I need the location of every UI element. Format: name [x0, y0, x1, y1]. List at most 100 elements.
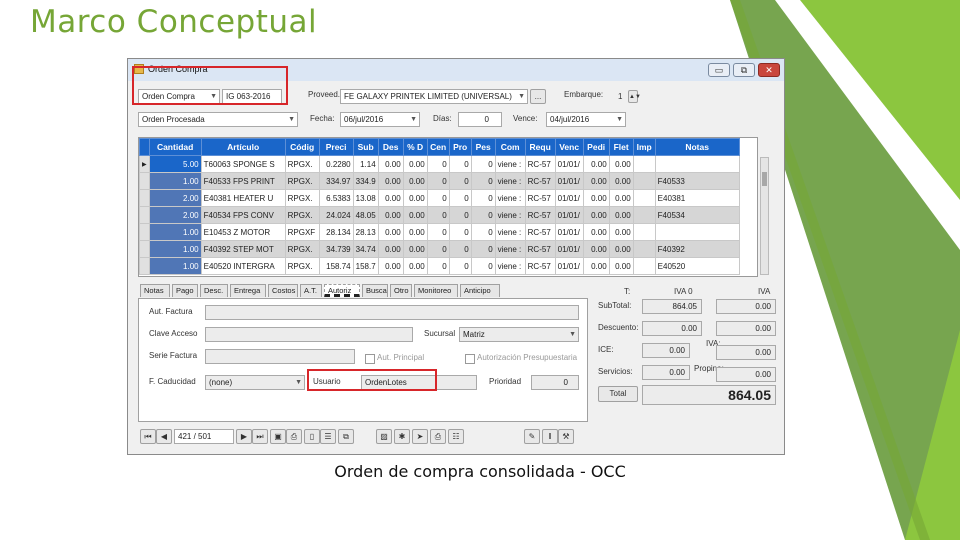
- column-header[interactable]: Pro: [448, 138, 472, 156]
- table-row[interactable]: 1.00 E40520 INTERGRA RPGX. 158.74 158.7 0.00 0…: [139, 257, 740, 275]
- print-icon[interactable]: ⎙: [286, 429, 302, 444]
- table-cell[interactable]: E40520 INTERGRA: [200, 257, 286, 275]
- tab-item[interactable]: Anticipo: [460, 284, 500, 297]
- table-cell[interactable]: 0: [426, 155, 450, 173]
- table-cell[interactable]: 0.00: [377, 172, 404, 190]
- table-cell[interactable]: 34.739: [318, 240, 354, 258]
- minimize-button[interactable]: ▭: [708, 63, 730, 77]
- table-cell[interactable]: E40381: [654, 189, 740, 207]
- tab-item[interactable]: Otro: [390, 284, 412, 297]
- table-cell[interactable]: 01/01/: [554, 240, 584, 258]
- table-cell[interactable]: T60063 SPONGE S: [200, 155, 286, 173]
- row-marker[interactable]: [139, 206, 150, 224]
- chart-icon[interactable]: ▨: [376, 429, 392, 444]
- table-cell[interactable]: 0.00: [582, 240, 610, 258]
- table-cell[interactable]: viene :: [494, 223, 526, 241]
- table-cell[interactable]: 0.00: [582, 189, 610, 207]
- table-cell[interactable]: 24.024: [318, 206, 354, 224]
- prioridad-field[interactable]: 0: [531, 375, 579, 390]
- table-row[interactable]: ▶ 5.00 T60063 SPONGE S RPGX. 0.2280 1.14 0.00 0…: [139, 155, 740, 173]
- table-cell[interactable]: [632, 240, 656, 258]
- barcode-icon[interactable]: ‖: [542, 429, 558, 444]
- table-cell[interactable]: 0.00: [582, 172, 610, 190]
- tab-item[interactable]: Desc.: [200, 284, 228, 297]
- table-cell[interactable]: 0: [470, 155, 496, 173]
- table-cell[interactable]: RPGX.: [284, 189, 320, 207]
- table-row[interactable]: 1.00 F40392 STEP MOT RPGX. 34.739 34.74 0.00 0…: [139, 240, 740, 258]
- prev-record-button[interactable]: ◀: [156, 429, 172, 444]
- column-header[interactable]: Venc: [554, 138, 584, 156]
- table-cell[interactable]: 2.00: [148, 206, 202, 224]
- column-header[interactable]: Pedi: [582, 138, 610, 156]
- table-cell[interactable]: 0: [470, 172, 496, 190]
- table-cell[interactable]: 0: [470, 206, 496, 224]
- table-cell[interactable]: viene :: [494, 189, 526, 207]
- table-cell[interactable]: 1.00: [148, 257, 202, 275]
- tab-item[interactable]: Notas: [140, 284, 170, 297]
- column-header[interactable]: Notas: [654, 138, 740, 156]
- serie-factura-field[interactable]: [205, 349, 355, 364]
- close-button[interactable]: ✕: [758, 63, 780, 77]
- table-cell[interactable]: 334.9: [352, 172, 379, 190]
- table-cell[interactable]: 0: [448, 206, 472, 224]
- table-cell[interactable]: 01/01/: [554, 257, 584, 275]
- table-cell[interactable]: [632, 223, 656, 241]
- table-cell[interactable]: 0: [426, 206, 450, 224]
- restore-button[interactable]: ⧉: [733, 63, 755, 77]
- edit-icon[interactable]: ✎: [524, 429, 540, 444]
- table-cell[interactable]: 0.00: [402, 223, 428, 241]
- table-cell[interactable]: viene :: [494, 172, 526, 190]
- table-cell[interactable]: 1.00: [148, 172, 202, 190]
- table-cell[interactable]: viene :: [494, 240, 526, 258]
- column-header[interactable]: Artículo: [200, 138, 286, 156]
- row-marker[interactable]: ▶: [139, 155, 150, 173]
- table-cell[interactable]: 0.00: [608, 172, 634, 190]
- table-cell[interactable]: [632, 206, 656, 224]
- table-row[interactable]: 1.00 E10453 Z MOTOR RPGXF 28.134 28.13 0.00 0.…: [139, 223, 740, 241]
- table-cell[interactable]: 0: [448, 155, 472, 173]
- due-date-field[interactable]: 04/jul/2016 ▼: [546, 112, 626, 127]
- tab-item[interactable]: Autoriz: [324, 284, 360, 297]
- table-cell[interactable]: 0.2280: [318, 155, 354, 173]
- caducidad-select[interactable]: (none) ▼: [205, 375, 305, 390]
- table-cell[interactable]: 0: [448, 257, 472, 275]
- table-cell[interactable]: [632, 172, 656, 190]
- column-header[interactable]: Com: [494, 138, 526, 156]
- table-cell[interactable]: viene :: [494, 206, 526, 224]
- days-field[interactable]: 0: [458, 112, 502, 127]
- notes-icon[interactable]: ☷: [448, 429, 464, 444]
- table-cell[interactable]: 5.00: [148, 155, 202, 173]
- tab-item[interactable]: Entrega: [230, 284, 266, 297]
- table-cell[interactable]: 0.00: [608, 206, 634, 224]
- supplier-lookup-button[interactable]: ...: [530, 89, 546, 104]
- table-cell[interactable]: F40533: [654, 172, 740, 190]
- table-cell[interactable]: 0.00: [608, 257, 634, 275]
- table-cell[interactable]: RPGX.: [284, 206, 320, 224]
- sucursal-select[interactable]: Matriz ▼: [459, 327, 579, 342]
- table-cell[interactable]: RC-57: [524, 189, 556, 207]
- table-cell[interactable]: RPGX.: [284, 240, 320, 258]
- table-cell[interactable]: RC-57: [524, 240, 556, 258]
- table-cell[interactable]: RC-57: [524, 223, 556, 241]
- table-cell[interactable]: 0: [470, 257, 496, 275]
- aut-factura-field[interactable]: [205, 305, 579, 320]
- table-cell[interactable]: RPGX.: [284, 257, 320, 275]
- row-marker[interactable]: [139, 172, 150, 190]
- table-cell[interactable]: RPGX.: [284, 172, 320, 190]
- scrollbar-thumb[interactable]: [762, 172, 767, 186]
- column-header[interactable]: Flet: [608, 138, 634, 156]
- table-cell[interactable]: 334.97: [318, 172, 354, 190]
- table-cell[interactable]: [632, 257, 656, 275]
- table-cell[interactable]: 34.74: [352, 240, 379, 258]
- table-cell[interactable]: 6.5383: [318, 189, 354, 207]
- users-icon[interactable]: ✱: [394, 429, 410, 444]
- column-header[interactable]: Des: [377, 138, 404, 156]
- tab-item[interactable]: Monitoreo: [414, 284, 458, 297]
- table-cell[interactable]: 0.00: [402, 257, 428, 275]
- row-marker[interactable]: [139, 257, 150, 275]
- clave-acceso-field[interactable]: [205, 327, 413, 342]
- table-cell[interactable]: 2.00: [148, 189, 202, 207]
- order-status-select[interactable]: Orden Procesada ▼: [138, 112, 298, 127]
- table-cell[interactable]: F40534 FPS CONV: [200, 206, 286, 224]
- table-cell[interactable]: viene :: [494, 257, 526, 275]
